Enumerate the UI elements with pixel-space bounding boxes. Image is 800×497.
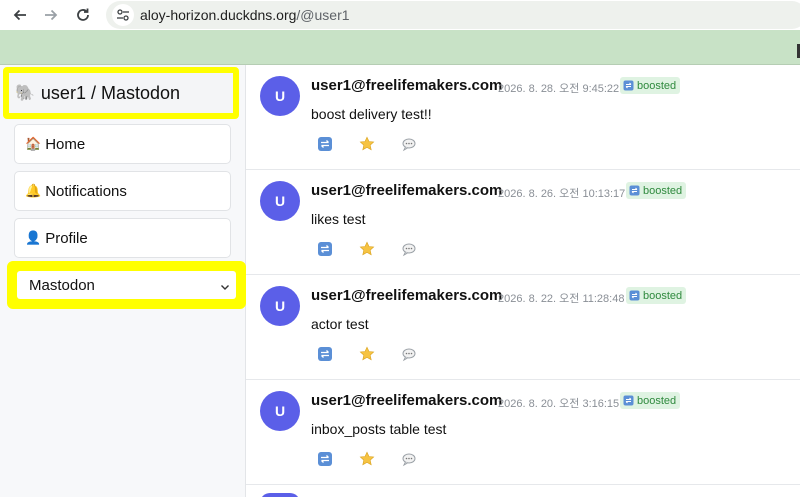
post-timestamp: 2026. 8. 26. 오전 10:13:17 [498, 188, 626, 200]
sidebar-item-home[interactable]: 🏠 Home [14, 124, 231, 164]
avatar[interactable]: U [260, 76, 300, 116]
speech-bubble-icon [402, 453, 416, 467]
post-content: boost delivery test!! [311, 106, 432, 122]
header-bar [0, 30, 800, 65]
star-icon [359, 241, 375, 256]
post-author[interactable]: user1@freelifemakers.com [311, 77, 502, 94]
bell-icon: 🔔 [25, 183, 42, 198]
badge-label: boosted [643, 184, 683, 197]
post-author[interactable]: user1@freelifemakers.com [311, 392, 502, 409]
house-icon: 🏠 [25, 136, 42, 151]
post-timestamp: 2026. 8. 22. 오전 11:28:48 [498, 293, 625, 305]
avatar[interactable]: U [260, 391, 300, 431]
boost-icon [318, 347, 332, 361]
url-text[interactable]: aloy-horizon.duckdns.org/@user1 [140, 7, 350, 23]
boost-icon [318, 137, 332, 151]
post-content: inbox_posts table test [311, 421, 447, 437]
post-card: U user1@freelifemakers.com 2026. 8. 22. … [246, 275, 800, 380]
boost-icon [629, 185, 640, 196]
person-icon: 👤 [25, 230, 42, 245]
back-arrow-icon[interactable] [9, 4, 31, 26]
post-timestamp: 2026. 8. 20. 오전 3:16:15 [498, 398, 620, 410]
url-path: /@user1 [296, 7, 350, 23]
boost-icon [318, 452, 332, 466]
badge-label: boosted [643, 289, 683, 302]
server-select-highlight: Mastodon [7, 261, 246, 309]
boost-button[interactable] [316, 345, 334, 363]
avatar[interactable]: U [260, 286, 300, 326]
brand-label: user1 / Mastodon [40, 82, 180, 103]
star-icon [359, 136, 375, 151]
sidebar-item-label: Notifications [45, 182, 127, 200]
forward-arrow-icon[interactable] [40, 4, 62, 26]
favourite-button[interactable] [358, 345, 376, 363]
sidebar-item-label: Home [45, 135, 86, 153]
avatar[interactable] [260, 493, 300, 497]
boosted-badge: boosted [626, 287, 687, 304]
boost-icon [629, 290, 640, 301]
boosted-badge: boosted [620, 77, 681, 94]
speech-bubble-icon [402, 348, 416, 362]
server-select[interactable]: Mastodon [17, 271, 236, 299]
address-bar[interactable]: aloy-horizon.duckdns.org/@user1 [106, 1, 800, 29]
boost-button[interactable] [316, 450, 334, 468]
feed: U user1@freelifemakers.com 2026. 8. 28. … [246, 65, 800, 497]
post-author[interactable]: user1@freelifemakers.com [311, 182, 502, 199]
boost-icon [623, 80, 634, 91]
brand-title: 🐘 user1 / Mastodon [3, 67, 239, 119]
post-content: actor test [311, 316, 369, 332]
elephant-icon: 🐘 [15, 85, 35, 102]
star-icon [359, 451, 375, 466]
server-select-value: Mastodon [29, 276, 95, 294]
url-host: aloy-horizon.duckdns.org [140, 7, 297, 23]
reply-button[interactable] [400, 135, 418, 153]
chevron-down-icon [221, 285, 229, 290]
boosted-badge: boosted [620, 392, 681, 409]
favourite-button[interactable] [358, 450, 376, 468]
badge-label: boosted [637, 394, 677, 407]
star-icon [359, 346, 375, 361]
boost-button[interactable] [316, 240, 334, 258]
reply-button[interactable] [400, 240, 418, 258]
boosted-badge: boosted [626, 182, 687, 199]
post-card: U user1@freelifemakers.com 2026. 8. 26. … [246, 170, 800, 275]
sidebar-item-notifications[interactable]: 🔔 Notifications [14, 171, 231, 211]
boost-icon [318, 242, 332, 256]
reply-button[interactable] [400, 450, 418, 468]
post-timestamp: 2026. 8. 28. 오전 9:45:22 [498, 83, 620, 95]
browser-toolbar: aloy-horizon.duckdns.org/@user1 [0, 0, 800, 30]
post-content: likes test [311, 211, 366, 227]
badge-label: boosted [637, 79, 677, 92]
post-card: U user1@freelifemakers.com 2026. 8. 28. … [246, 65, 800, 170]
speech-bubble-icon [402, 243, 416, 257]
sidebar-item-profile[interactable]: 👤 Profile [14, 218, 231, 258]
sidebar: 🐘 user1 / Mastodon 🏠 Home 🔔 Notification… [0, 65, 246, 497]
sidebar-item-label: Profile [45, 229, 88, 247]
boost-button[interactable] [316, 135, 334, 153]
post-card: U user1@freelifemakers.com 2026. 8. 20. … [246, 380, 800, 485]
post-author[interactable]: user1@freelifemakers.com [311, 287, 502, 304]
speech-bubble-icon [402, 138, 416, 152]
site-settings-icon[interactable] [112, 4, 134, 26]
reload-icon[interactable] [72, 4, 94, 26]
favourite-button[interactable] [358, 135, 376, 153]
reply-button[interactable] [400, 345, 418, 363]
boost-icon [623, 395, 634, 406]
favourite-button[interactable] [358, 240, 376, 258]
avatar[interactable]: U [260, 181, 300, 221]
